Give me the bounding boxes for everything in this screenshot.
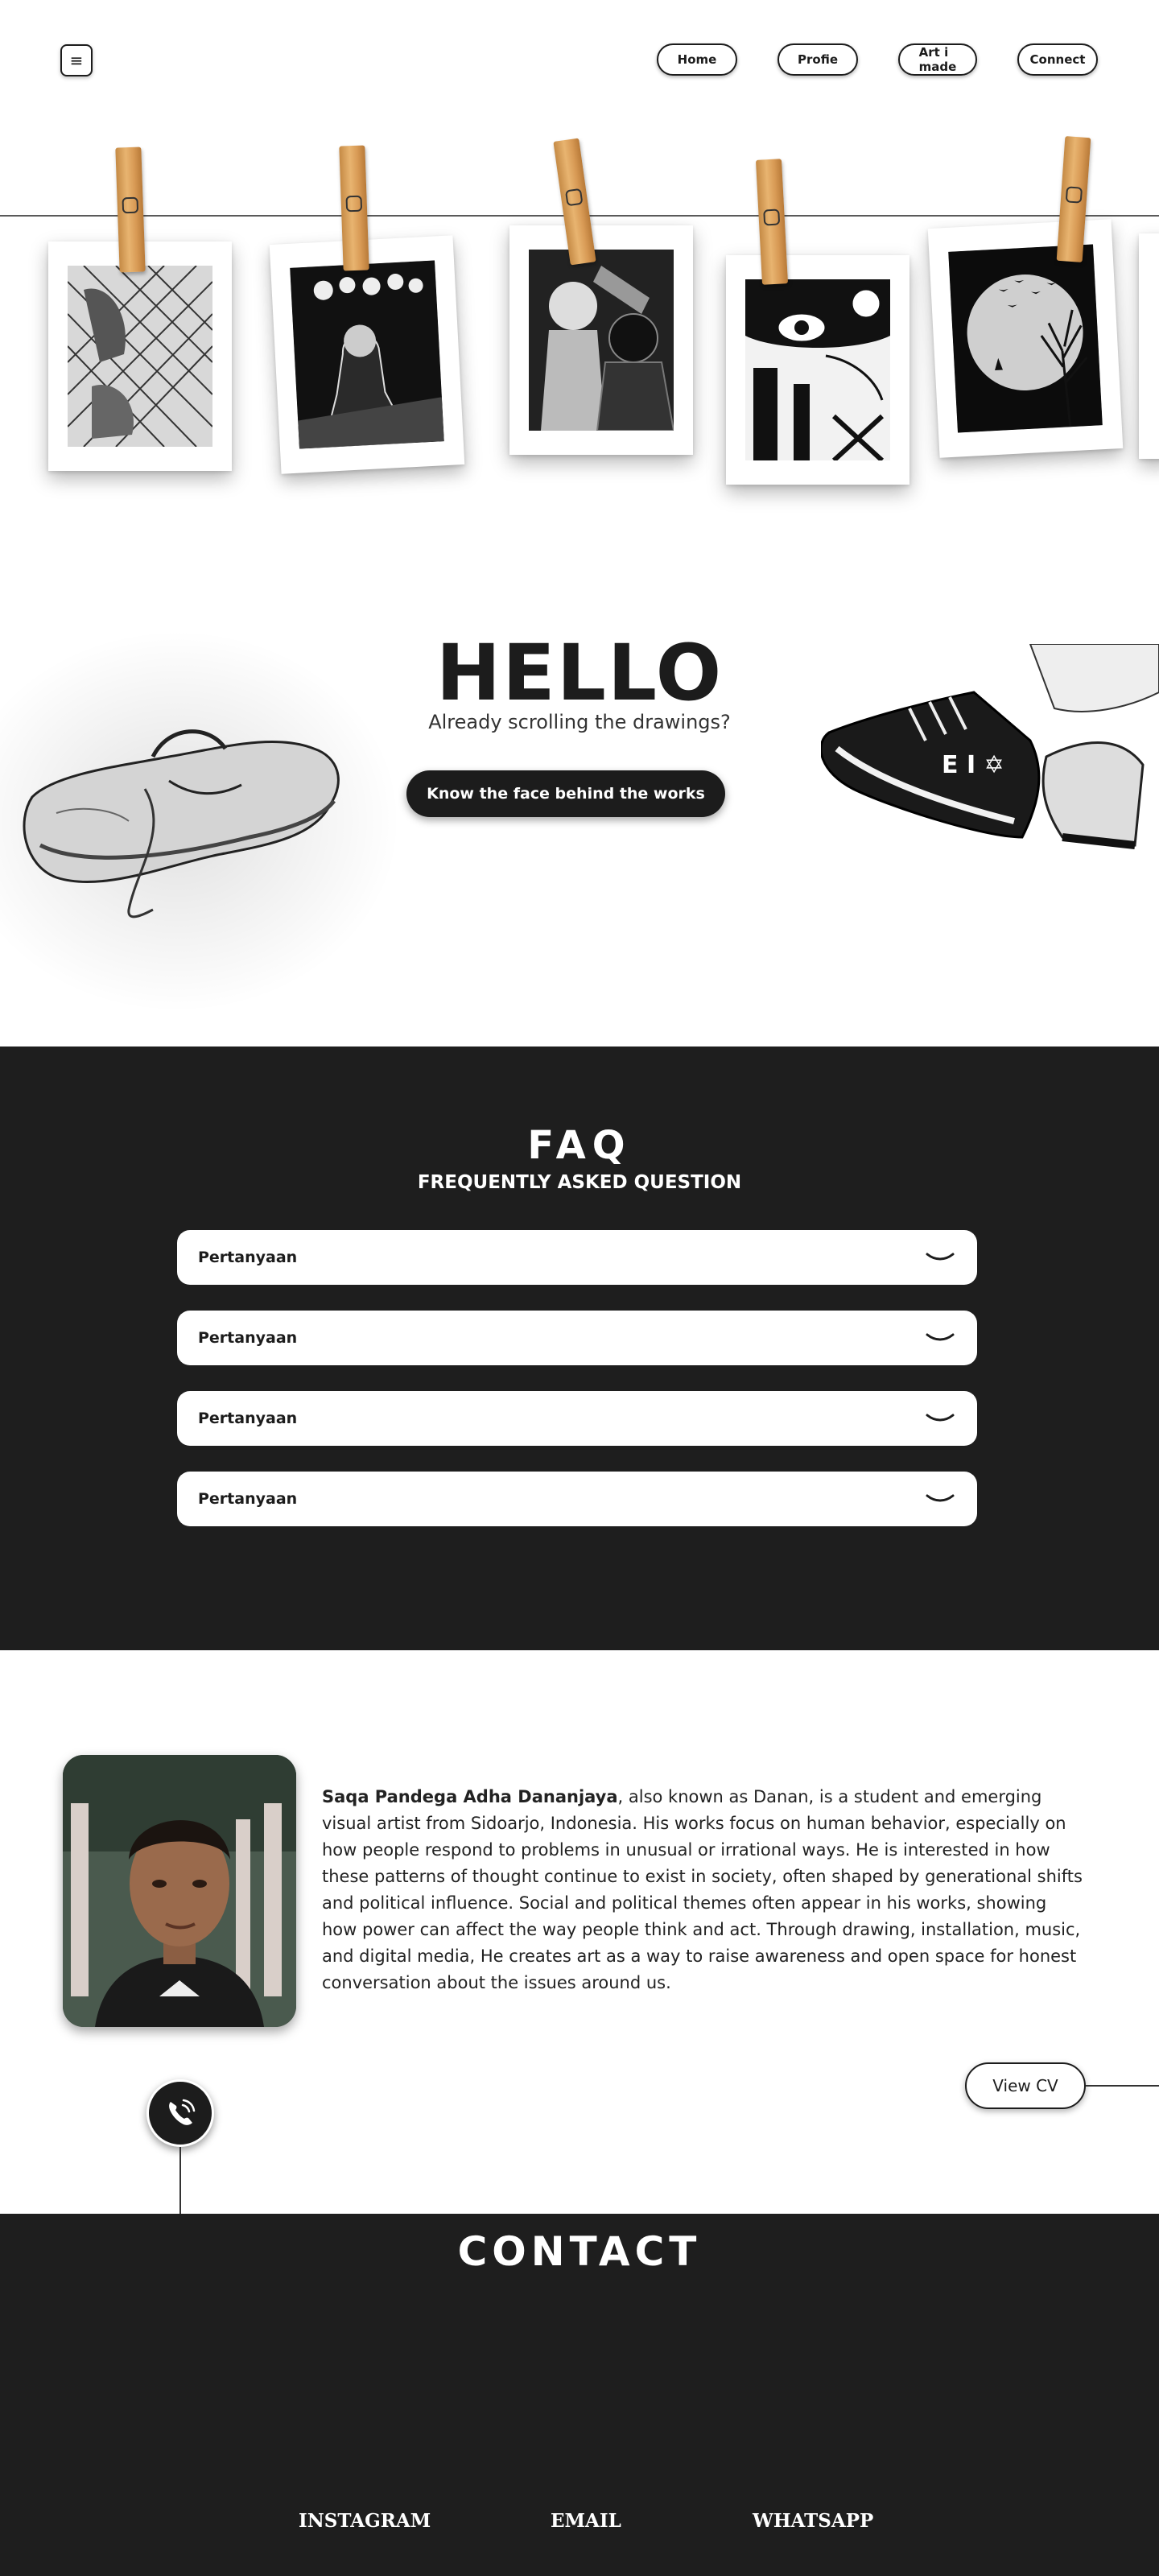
- chevron-down-icon[interactable]: [924, 1410, 956, 1426]
- faq-subtitle: FREQUENTLY ASKED QUESTION: [417, 1172, 742, 1193]
- artwork-image: [948, 244, 1103, 433]
- faq-item[interactable]: Pertanyaan: [177, 1391, 977, 1446]
- whatsapp-link[interactable]: WHATSAPP: [753, 2510, 873, 2532]
- nav-home-button[interactable]: Home: [657, 43, 737, 76]
- faq-item[interactable]: Pertanyaan: [177, 1311, 977, 1365]
- artwork-card-5[interactable]: [927, 219, 1124, 458]
- faq-section: FAQ FREQUENTLY ASKED QUESTION Pertanyaan…: [0, 1046, 1159, 1650]
- artwork-image: [745, 279, 890, 460]
- clothespin-2: [339, 145, 369, 271]
- view-cv-button[interactable]: View CV: [965, 2062, 1086, 2109]
- email-link[interactable]: EMAIL: [551, 2510, 621, 2532]
- instagram-link[interactable]: INSTAGRAM: [299, 2510, 431, 2532]
- faq-question: Pertanyaan: [198, 1410, 298, 1427]
- chevron-down-icon[interactable]: [924, 1330, 956, 1346]
- shoe-lettering: E I ✡: [942, 751, 1004, 779]
- clothespin-1: [115, 147, 146, 273]
- faq-question: Pertanyaan: [198, 1329, 298, 1347]
- faq-question: Pertanyaan: [198, 1490, 298, 1508]
- connector-line: [179, 2147, 181, 2214]
- artist-photo: [63, 1755, 296, 2027]
- nav-profile-button[interactable]: Profie: [777, 43, 858, 76]
- artist-name: Saqa Pandega Adha Dananjaya: [322, 1787, 618, 1806]
- artwork-card-2[interactable]: [269, 235, 465, 474]
- contact-section: CONTACT INSTAGRAM EMAIL WHATSAPP: [0, 2214, 1159, 2576]
- artwork-card-4[interactable]: [726, 255, 909, 485]
- chevron-down-icon[interactable]: [924, 1249, 956, 1265]
- artwork-card-6-partial[interactable]: [1139, 233, 1159, 459]
- artwork-image: [529, 250, 674, 431]
- artwork-card-1[interactable]: [48, 242, 232, 471]
- faq-item[interactable]: Pertanyaan: [177, 1472, 977, 1526]
- phone-icon: [169, 2099, 196, 2125]
- top-nav: Home Profie Art i made Connect: [657, 43, 1098, 76]
- contact-title: CONTACT: [457, 2228, 702, 2275]
- faq-title: FAQ: [527, 1123, 632, 1168]
- artwork-image: [290, 260, 444, 449]
- artwork-image: [68, 266, 212, 447]
- chevron-down-icon[interactable]: [924, 1491, 956, 1507]
- artist-bio-text: , also known as Danan, is a student and …: [322, 1787, 1083, 1992]
- artwork-card-3[interactable]: [509, 225, 693, 455]
- faq-question: Pertanyaan: [198, 1249, 298, 1266]
- hamburger-icon: ≡: [69, 51, 84, 70]
- phone-button[interactable]: [146, 2079, 214, 2147]
- nav-connect-button[interactable]: Connect: [1017, 43, 1098, 76]
- artist-bio: Saqa Pandega Adha Dananjaya, also known …: [322, 1784, 1087, 1996]
- clothespin-4: [755, 159, 789, 285]
- menu-button[interactable]: ≡: [60, 44, 93, 76]
- sneaker-drawing-right: E I ✡: [821, 644, 1159, 849]
- nav-art-button[interactable]: Art i made: [898, 43, 977, 76]
- sneaker-drawing-left: [23, 729, 340, 919]
- know-the-face-button[interactable]: Know the face behind the works: [406, 770, 725, 817]
- connector-line: [1086, 2085, 1159, 2087]
- faq-item[interactable]: Pertanyaan: [177, 1230, 977, 1285]
